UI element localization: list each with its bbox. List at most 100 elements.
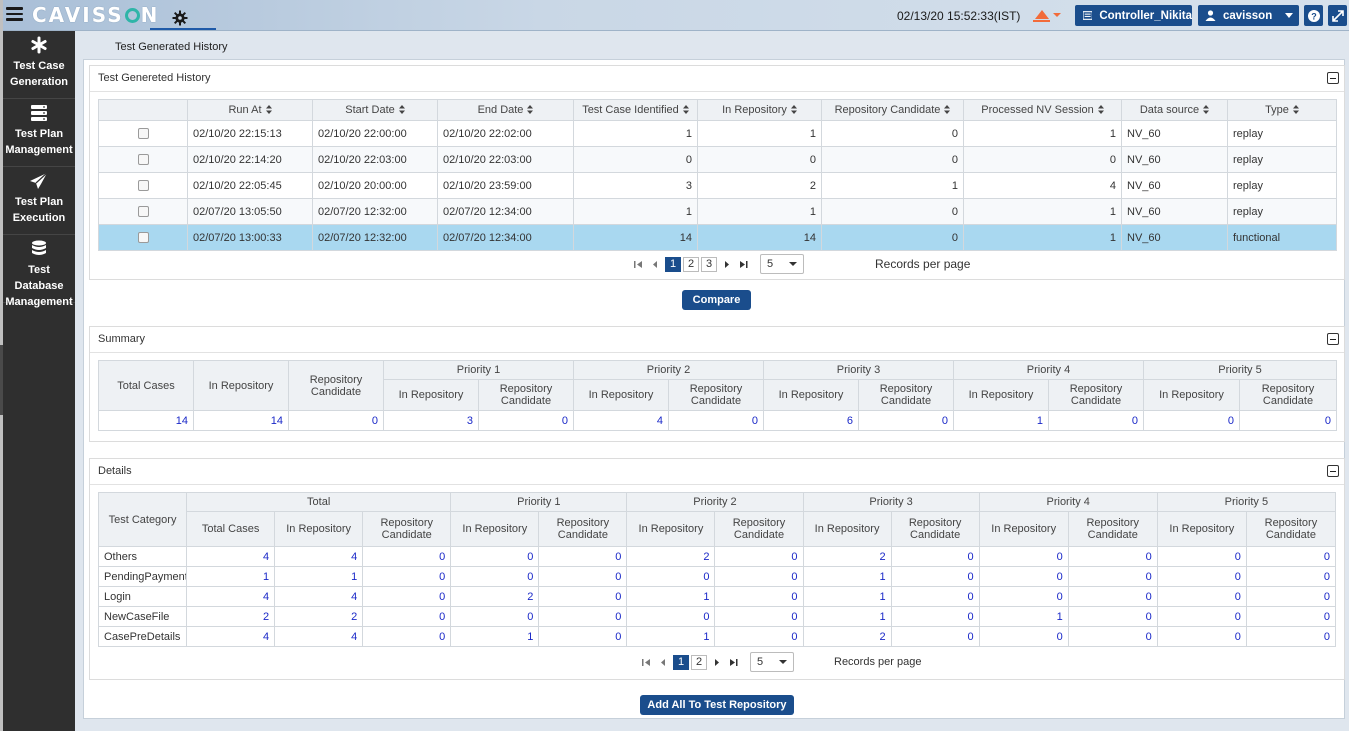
page-button[interactable]: 1 <box>673 654 689 670</box>
table-row[interactable]: 02/07/20 13:05:50 02/07/20 12:32:00 02/07/… <box>98 198 1337 225</box>
table-cell: 02/07/20 12:34:00 <box>437 198 574 225</box>
history-per-page-select[interactable]: 5 <box>760 254 804 274</box>
last-page-icon[interactable] <box>739 260 748 269</box>
summary-title: Summary <box>98 333 146 345</box>
collapse-summary-button[interactable] <box>1327 333 1339 345</box>
sidebar-item-test-database-management[interactable]: Test Database Management <box>3 235 75 308</box>
sort-icon[interactable] <box>1292 105 1299 114</box>
hamburger-menu-icon[interactable] <box>6 7 23 21</box>
datetime-display: 02/13/20 15:52:33(IST) <box>897 9 1021 23</box>
gear-icon <box>172 10 188 26</box>
sidebar-item-test-plan-execution[interactable]: Test Plan Execution <box>3 167 75 235</box>
row-checkbox[interactable] <box>137 232 149 243</box>
history-column-header[interactable]: Repository Candidate <box>821 99 964 121</box>
last-page-icon[interactable] <box>729 658 738 667</box>
details-per-page-select[interactable]: 5 <box>750 652 794 672</box>
priority-group-header: Priority 5 <box>1156 492 1337 512</box>
details-title: Details <box>98 465 132 477</box>
details-cell: 0 <box>1156 626 1247 647</box>
history-column-header[interactable]: Test Case Identified <box>573 99 698 121</box>
priority-group-header: Priority 3 <box>763 360 954 380</box>
prev-page-icon[interactable] <box>659 658 668 667</box>
sidebar-item-test-plan-management[interactable]: Test Plan Management <box>3 99 75 167</box>
repository-candidate-header: Repository Candidate <box>858 379 954 411</box>
sort-icon[interactable] <box>527 105 534 114</box>
summary-cell: 14 <box>193 410 289 431</box>
details-cell: 0 <box>1067 586 1158 607</box>
compare-button[interactable]: Compare <box>682 290 751 310</box>
details-cell: 1 <box>802 586 892 607</box>
sort-icon[interactable] <box>790 105 797 114</box>
in-repository-header: In Repository <box>383 379 479 411</box>
details-cell: 0 <box>626 566 716 587</box>
details-subheader-row: Total Cases In Repository Repository Candi… <box>99 511 1337 547</box>
repository-candidate-header: Repository Candidate <box>1048 379 1144 411</box>
fullscreen-button[interactable] <box>1328 5 1347 26</box>
row-checkbox[interactable] <box>137 154 149 165</box>
collapse-history-button[interactable] <box>1327 72 1339 84</box>
row-checkbox[interactable] <box>137 180 149 191</box>
history-column-header[interactable]: Run At <box>187 99 313 121</box>
row-checkbox[interactable] <box>137 206 149 217</box>
history-column-header[interactable]: Start Date <box>312 99 438 121</box>
table-cell: 02/10/20 20:00:00 <box>312 172 438 199</box>
sidebar-item-label: Test Case <box>13 60 65 72</box>
page-button[interactable]: 2 <box>691 654 707 670</box>
history-column-header[interactable]: Type <box>1227 99 1337 121</box>
history-column-header[interactable]: In Repository <box>697 99 822 121</box>
sidebar-item-label: Management <box>5 144 73 156</box>
details-cell: 0 <box>362 546 452 567</box>
category-cell: PendingPayment <box>97 566 188 587</box>
in-repository-header: In Repository <box>193 360 289 411</box>
details-cell: 0 <box>978 586 1069 607</box>
sort-icon[interactable] <box>682 105 689 114</box>
repository-candidate-header: Repository Candidate <box>890 511 980 547</box>
controller-button[interactable]: Controller_Nikita <box>1075 5 1192 26</box>
sort-icon[interactable] <box>1097 105 1104 114</box>
history-column-header[interactable]: End Date <box>437 99 574 121</box>
content-card: Test Genereted History Run At Start Date E… <box>83 59 1345 719</box>
details-cell: 0 <box>626 606 716 627</box>
table-row[interactable]: 02/10/20 22:15:13 02/10/20 22:00:00 02/10/… <box>98 120 1337 147</box>
collapse-details-button[interactable] <box>1327 465 1339 477</box>
table-row[interactable]: 02/07/20 13:00:33 02/07/20 12:32:00 02/07/… <box>98 224 1337 251</box>
sidebar-item-test-case-generation[interactable]: Test Case Generation <box>3 31 75 99</box>
alert-icon[interactable] <box>1032 6 1062 24</box>
sort-icon[interactable] <box>398 105 405 114</box>
records-per-page-label: Records per page <box>834 656 922 668</box>
details-cell: 0 <box>1245 606 1337 627</box>
history-column-header[interactable]: Processed NV Session <box>963 99 1122 121</box>
first-page-icon[interactable] <box>642 658 651 667</box>
table-row[interactable]: 02/10/20 22:14:20 02/10/20 22:03:00 02/10/… <box>98 146 1337 173</box>
table-row[interactable]: 02/10/20 22:05:45 02/10/20 20:00:00 02/10/… <box>98 172 1337 199</box>
details-cell: 0 <box>714 606 804 627</box>
first-page-icon[interactable] <box>634 260 643 269</box>
page-button[interactable]: 1 <box>665 256 681 272</box>
per-page-value: 5 <box>757 656 764 668</box>
details-cell: 1 <box>186 566 276 587</box>
next-page-icon[interactable] <box>712 658 721 667</box>
sort-icon[interactable] <box>265 105 272 114</box>
page-button[interactable]: 2 <box>683 256 699 272</box>
history-header-row: Run At Start Date End Date Test Case Identi… <box>98 99 1337 121</box>
user-menu-button[interactable]: cavisson <box>1198 5 1299 26</box>
history-column-header[interactable]: Data source <box>1121 99 1228 121</box>
settings-tab[interactable] <box>150 6 216 30</box>
expand-icon <box>1331 9 1344 22</box>
sort-icon[interactable] <box>944 105 951 114</box>
page-button[interactable]: 3 <box>701 256 717 272</box>
column-label: Processed NV Session <box>981 104 1094 116</box>
priority-group-header: Priority 2 <box>573 360 764 380</box>
row-checkbox[interactable] <box>137 128 149 139</box>
user-icon <box>1205 10 1216 21</box>
add-all-to-repository-button[interactable]: Add All To Test Repository <box>640 695 794 715</box>
history-panel: Test Genereted History Run At Start Date E… <box>89 65 1345 280</box>
sort-icon[interactable] <box>1203 105 1210 114</box>
prev-page-icon[interactable] <box>651 260 660 269</box>
table-cell: NV_60 <box>1121 198 1228 225</box>
details-header-row: Test Category Total Priority 1 Priority 2… <box>97 492 1337 547</box>
next-page-icon[interactable] <box>722 260 731 269</box>
table-cell: 02/07/20 13:05:50 <box>187 198 313 225</box>
help-button[interactable]: ? <box>1304 5 1323 26</box>
details-cell: 0 <box>362 626 452 647</box>
